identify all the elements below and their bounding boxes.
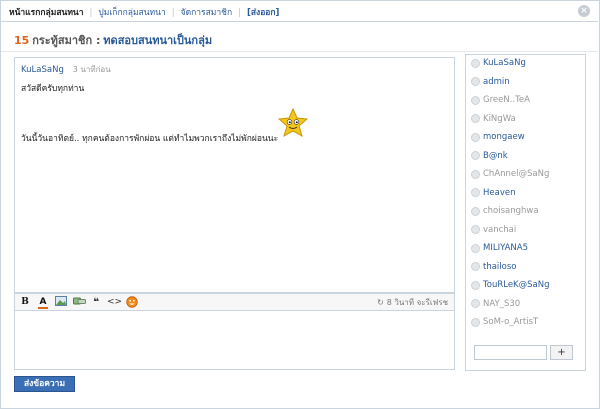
emoticon-icon[interactable] [125,296,139,309]
top-nav-bar: หน้าแรกกลุ่มสนทนา | ปูมเก็กกลุ่มสนทนา | จัดก… [1,1,598,22]
smiley-star-icon [278,108,308,138]
autosave-status: ↻ 8 วินาที จะรีเฟรช [377,296,448,309]
page-title: 15 กระทู้สมาชิก : ทดสอบสนทนาเป็นกลุ่ม [14,31,212,49]
nav-separator: | [89,8,93,18]
nav-logout-link[interactable]: [ส่งออก] [247,5,279,19]
member-list-item[interactable]: Heaven [471,188,583,202]
editor-toolbar: B A ❝ <> ↻ 8 วินาที จะรีเฟรช [14,293,455,311]
member-name: Heaven [483,187,516,198]
title-label: กระทู้สมาชิก : [32,34,101,47]
member-list-item[interactable]: KiNgWa [471,114,583,128]
add-member-button[interactable]: + [550,345,573,360]
member-name: vanchai [483,224,517,235]
member-list-item[interactable]: MILIYANA5 [471,243,583,257]
group-name: ทดสอบสนทนาเป็นกลุ่ม [103,34,213,47]
message-author[interactable]: KuLaSaNg [21,65,64,75]
bold-button[interactable]: B [18,296,32,309]
nav-separator: | [171,8,175,18]
member-name: choisanghwa [483,206,539,216]
member-list-item[interactable]: choisanghwa [471,206,583,220]
message-text: วันนี้วันอาทิตย์.. ทุกคนต้องการพักผ่อน แ… [21,134,279,144]
quote-button[interactable]: ❝ [89,296,103,309]
nav-separator: | [238,8,241,18]
insert-link-icon[interactable] [72,296,86,309]
member-list-item[interactable]: GreeN..TeA [471,95,583,109]
status-dot-icon [471,225,480,234]
status-dot-icon [471,280,480,290]
member-name: NAY_S30 [483,298,521,309]
message-input[interactable] [14,311,455,370]
member-name: SoM-o_ArtisT [483,317,539,327]
status-dot-icon [471,299,480,308]
member-post-count: 15 [14,34,30,47]
member-list-item[interactable]: mongaew [471,132,583,146]
text-color-button[interactable]: A [36,296,50,309]
status-dot-icon [471,77,480,86]
member-list-item[interactable]: thailoso [471,262,583,276]
member-name: TouRLeK@SaNg [483,280,550,290]
status-dot-icon [471,243,480,253]
breadcrumb: หน้าแรกกลุ่มสนทนา | ปูมเก็กกลุ่มสนทนา | จัดก… [9,5,279,19]
invite-member-input[interactable] [474,345,547,360]
member-name: KuLaSaNg [483,58,526,68]
member-list-item[interactable]: vanchai [471,225,583,239]
member-list-item[interactable]: SoM-o_ArtisT [471,317,583,331]
status-dot-icon [471,151,480,160]
status-dot-icon [471,169,480,179]
member-name: mongaew [483,132,525,142]
nav-home-link[interactable]: หน้าแรกกลุ่มสนทนา [9,5,84,19]
member-list-item[interactable]: TouRLeK@SaNg [471,280,583,294]
status-dot-icon [471,132,480,142]
status-dot-icon [471,188,480,197]
member-list-item[interactable]: NAY_S30 [471,299,583,313]
status-dot-icon [471,114,480,123]
member-name: MILIYANA5 [483,243,529,253]
close-icon[interactable]: × [578,5,590,17]
member-name: thailoso [483,261,517,272]
nav-manage-members-link[interactable]: จัดการสมาชิก [181,5,232,19]
message-text: สวัสดีครับทุกท่าน [21,84,85,94]
nav-history-link[interactable]: ปูมเก็กกลุ่มสนทนา [98,5,165,19]
member-name: admin [483,76,510,87]
member-list-item[interactable]: B@nk [471,151,583,165]
member-name: KiNgWa [483,113,516,124]
status-dot-icon [471,317,480,327]
message-header: KuLaSaNg 3 นาทีก่อน [21,63,111,76]
member-name: B@nk [483,150,508,161]
title-divider [1,51,598,52]
message-timestamp: 3 นาทีก่อน [72,65,111,74]
member-list-item[interactable]: admin [471,77,583,91]
member-list-item[interactable]: ChAnnel@SaNg [471,169,583,183]
refresh-icon[interactable]: ↻ [377,298,384,307]
insert-image-icon[interactable] [54,296,68,309]
send-message-button[interactable]: ส่งข้อความ [14,376,75,392]
member-list-item[interactable]: KuLaSaNg [471,58,583,72]
status-dot-icon [471,58,480,68]
member-list-panel: KuLaSaNg admin GreeN..TeA KiNgWa mongaew B@nk… [465,54,586,371]
autosave-text: 8 วินาที จะรีเฟรช [386,298,448,307]
status-dot-icon [471,95,480,105]
member-name: ChAnnel@SaNg [483,169,550,179]
chat-messages-panel: KuLaSaNg 3 นาทีก่อน สวัสดีครับทุกท่าน วั… [14,57,455,293]
status-dot-icon [471,262,480,271]
status-dot-icon [471,206,480,216]
member-name: GreeN..TeA [483,95,530,105]
code-button[interactable]: <> [107,296,122,309]
